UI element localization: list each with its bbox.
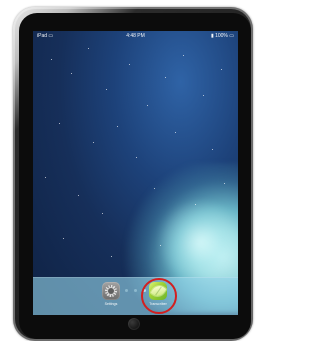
battery-indicator: ▮ 100% ▭ (210, 33, 234, 39)
star (221, 69, 222, 70)
star (160, 245, 161, 246)
settings-app[interactable]: Settings (100, 282, 122, 313)
home-button[interactable] (128, 318, 140, 330)
star (71, 73, 72, 74)
star (183, 55, 184, 56)
star (224, 183, 225, 184)
star (59, 123, 60, 124)
wallpaper-glow (158, 197, 238, 287)
star (203, 95, 204, 96)
star (136, 157, 137, 158)
star (111, 256, 112, 257)
star (106, 89, 107, 90)
status-time: 4:48 PM (126, 33, 145, 39)
settings-app-label: Settings (104, 302, 118, 306)
star (88, 48, 89, 49)
star (51, 59, 52, 60)
status-bar: iPad ▭ 4:48 PM ▮ 100% ▭ (33, 31, 238, 41)
highlight-ring (141, 278, 177, 314)
star (102, 213, 103, 214)
dock: Settings Transcriber (33, 277, 238, 315)
star (165, 77, 166, 78)
gear-icon (105, 285, 117, 297)
star (45, 177, 46, 178)
star (154, 188, 155, 189)
ipad-screen: iPad ▭ 4:48 PM ▮ 100% ▭ Settings Transcr… (33, 31, 238, 315)
star (129, 64, 130, 65)
star (117, 126, 118, 127)
star (147, 105, 148, 106)
star (212, 149, 213, 150)
star (195, 204, 196, 205)
star (78, 195, 79, 196)
star (175, 132, 176, 133)
star (93, 142, 94, 143)
star (63, 238, 64, 239)
settings-gear-icon (102, 282, 120, 300)
